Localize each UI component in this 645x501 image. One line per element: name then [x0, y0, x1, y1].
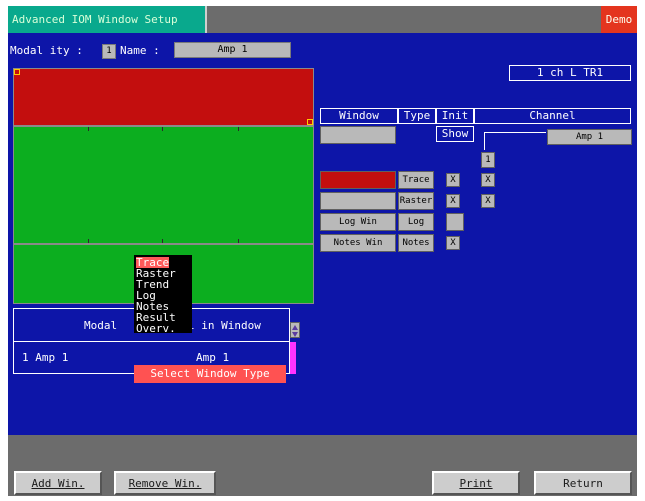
window-blank-button[interactable] — [320, 126, 396, 144]
row-raster-window[interactable] — [320, 192, 396, 210]
menu-item-overv[interactable]: Overv. — [136, 323, 190, 334]
return-button[interactable]: Return — [534, 471, 632, 495]
row-trace-type[interactable]: Trace — [398, 171, 434, 189]
modality-label: Modal ity : — [10, 44, 83, 57]
remove-window-button[interactable]: Remove Win. — [114, 471, 216, 495]
row-modality-value: 1 Amp 1 — [22, 351, 69, 364]
row-notes-init[interactable]: X — [446, 236, 460, 250]
row-notes-window[interactable]: Notes Win — [320, 234, 396, 252]
window-title: Advanced IOM Window Setup — [8, 6, 207, 33]
channel-tree-line — [484, 132, 546, 150]
window-type-menu[interactable]: Trace Raster Trend Log Notes Result Over… — [134, 255, 192, 334]
show-label: Show — [436, 126, 474, 142]
header-window: Window — [320, 108, 398, 124]
bottom-toolbar: Add Win. Remove Win. Print Return — [8, 435, 637, 496]
resize-handle-icon[interactable] — [307, 119, 313, 125]
row-notes-type[interactable]: Notes — [398, 234, 434, 252]
header-init: Init — [436, 108, 474, 124]
trace-info: 1 ch L TR1 — [509, 65, 631, 81]
window-panel-raster[interactable] — [13, 126, 314, 244]
row-log-type[interactable]: Log — [398, 213, 434, 231]
row-trace-init[interactable]: X — [446, 173, 460, 187]
row-log-init[interactable] — [446, 213, 464, 231]
resize-handle-icon[interactable] — [14, 69, 20, 75]
name-field[interactable]: Amp 1 — [174, 42, 291, 58]
row-raster-type[interactable]: Raster — [398, 192, 434, 210]
title-bar: Advanced IOM Window Setup Demo — [8, 6, 637, 33]
add-window-button[interactable]: Add Win. — [14, 471, 102, 495]
name-label: Name : — [120, 44, 160, 57]
row-raster-channel[interactable]: X — [481, 194, 495, 208]
header-channel: Channel — [474, 108, 631, 124]
demo-badge: Demo — [601, 6, 637, 33]
row-trace-window[interactable] — [320, 171, 396, 189]
select-window-type-tooltip: Select Window Type — [134, 365, 286, 383]
print-button[interactable]: Print — [432, 471, 520, 495]
window-panel-trace[interactable] — [13, 68, 314, 126]
scroll-arrows-icon[interactable] — [290, 322, 300, 338]
row-raster-init[interactable]: X — [446, 194, 460, 208]
row-window-value: Amp 1 — [196, 351, 230, 364]
header-type: Type — [398, 108, 436, 124]
channel-amp-button[interactable]: Amp 1 — [547, 129, 632, 145]
row-log-window[interactable]: Log Win — [320, 213, 396, 231]
channel-number-button[interactable]: 1 — [481, 152, 495, 168]
window-col-label: l in Window — [188, 319, 261, 332]
row-trace-channel[interactable]: X — [481, 173, 495, 187]
application-screen: Advanced IOM Window Setup Demo Modal ity… — [8, 6, 637, 496]
modality-number[interactable]: 1 — [102, 44, 116, 59]
scrollbar-thumb[interactable] — [290, 342, 296, 374]
modality-col-label: Modal — [84, 319, 118, 332]
